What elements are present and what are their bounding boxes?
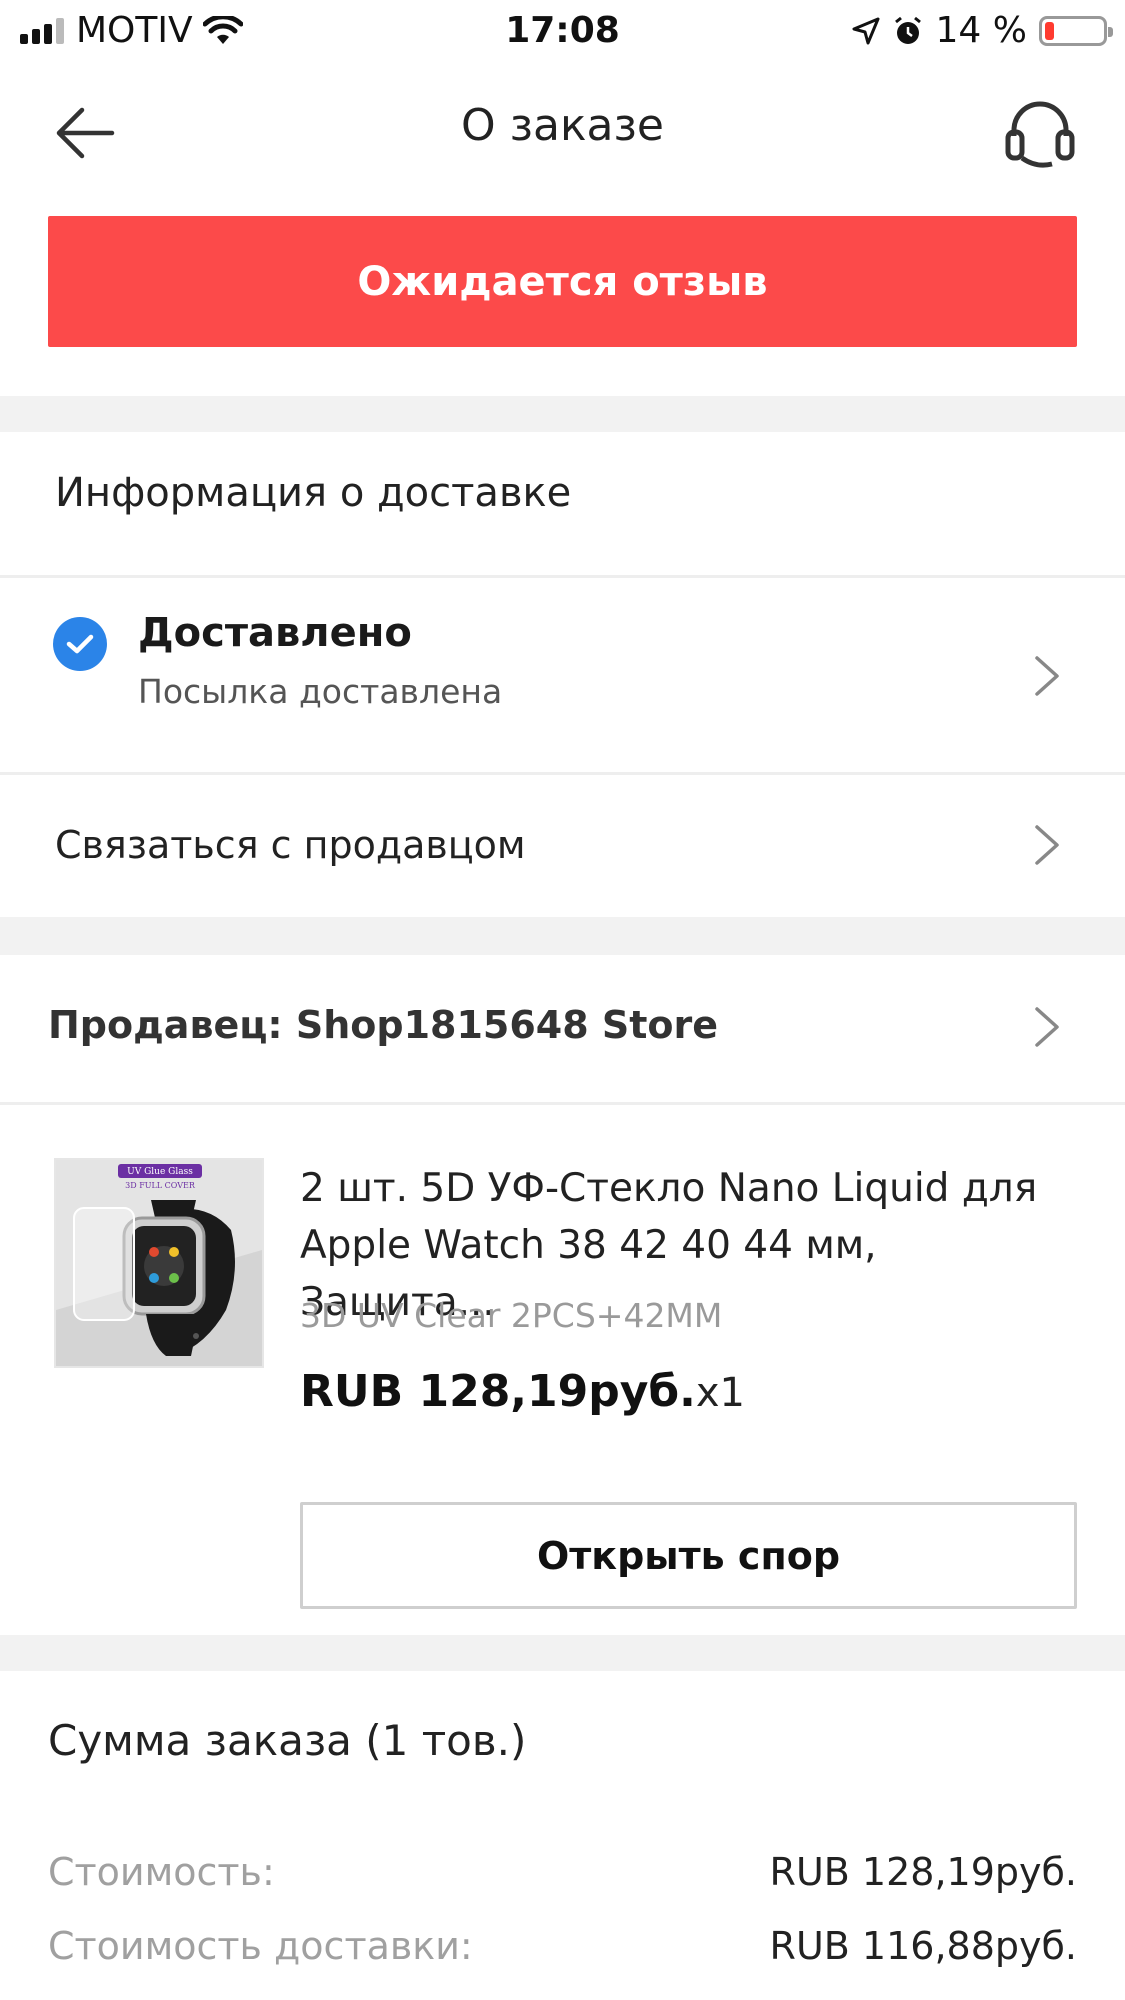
section-gap (0, 396, 1125, 432)
battery-icon (1039, 15, 1113, 46)
divider (0, 575, 1125, 578)
order-summary-title: Сумма заказа (1 тов.) (48, 1716, 527, 1765)
order-status-banner[interactable]: Ожидается отзыв (48, 216, 1077, 347)
chevron-right-icon (1035, 656, 1059, 696)
delivery-status-detail: Посылка доставлена (138, 672, 503, 711)
product-quantity: x1 (695, 1370, 745, 1416)
delivery-status-row[interactable]: Доставлено Посылка доставлена (0, 580, 1125, 772)
battery-percent: 14 % (935, 10, 1027, 51)
delivery-status: Доставлено (138, 610, 412, 656)
product-variant: 3D UV Clear 2PCS+42MM (300, 1296, 723, 1335)
delivery-section-title: Информация о доставке (55, 470, 572, 516)
section-gap (0, 917, 1125, 955)
summary-row-label: Стоимость: (48, 1850, 275, 1894)
summary-row-shipping: Стоимость доставки: RUB 116,88руб. (48, 1924, 1077, 1980)
alarm-icon (894, 16, 921, 44)
product-image[interactable]: UV Glue Glass 3D FULL COVER (54, 1158, 264, 1368)
location-arrow-icon (852, 17, 880, 44)
open-dispute-button[interactable]: Открыть спор (300, 1502, 1077, 1609)
smartwatch-image: UV Glue Glass 3D FULL COVER (56, 1160, 262, 1366)
headset-icon[interactable] (1000, 92, 1080, 172)
chevron-right-icon (1035, 825, 1059, 865)
section-gap (0, 1635, 1125, 1671)
divider (0, 1102, 1125, 1105)
chevron-right-icon (1035, 1007, 1059, 1047)
seller-name: Продавец: Shop1815648 Store (48, 1003, 719, 1047)
status-bar: MOTIV 17:08 14 % (0, 0, 1125, 62)
check-circle-icon (53, 617, 107, 671)
status-bar-right: 14 % (852, 10, 1113, 51)
summary-row-cost: Стоимость: RUB 128,19руб. (48, 1850, 1077, 1906)
summary-row-label: Стоимость доставки: (48, 1924, 473, 1968)
page-title: О заказе (461, 100, 664, 151)
contact-seller-label: Связаться с продавцом (55, 823, 526, 867)
seller-row[interactable]: Продавец: Shop1815648 Store (0, 955, 1125, 1105)
nav-bar: О заказе (0, 62, 1125, 192)
image-caption-2: 3D FULL COVER (125, 1181, 196, 1190)
contact-seller-row[interactable]: Связаться с продавцом (0, 775, 1125, 915)
product-price: RUB 128,19руб. (300, 1366, 696, 1417)
summary-row-value: RUB 116,88руб. (769, 1924, 1077, 1968)
product-price-line: RUB 128,19руб.x1 (300, 1366, 745, 1417)
summary-row-value: RUB 128,19руб. (769, 1850, 1077, 1894)
image-caption-1: UV Glue Glass (127, 1167, 193, 1177)
